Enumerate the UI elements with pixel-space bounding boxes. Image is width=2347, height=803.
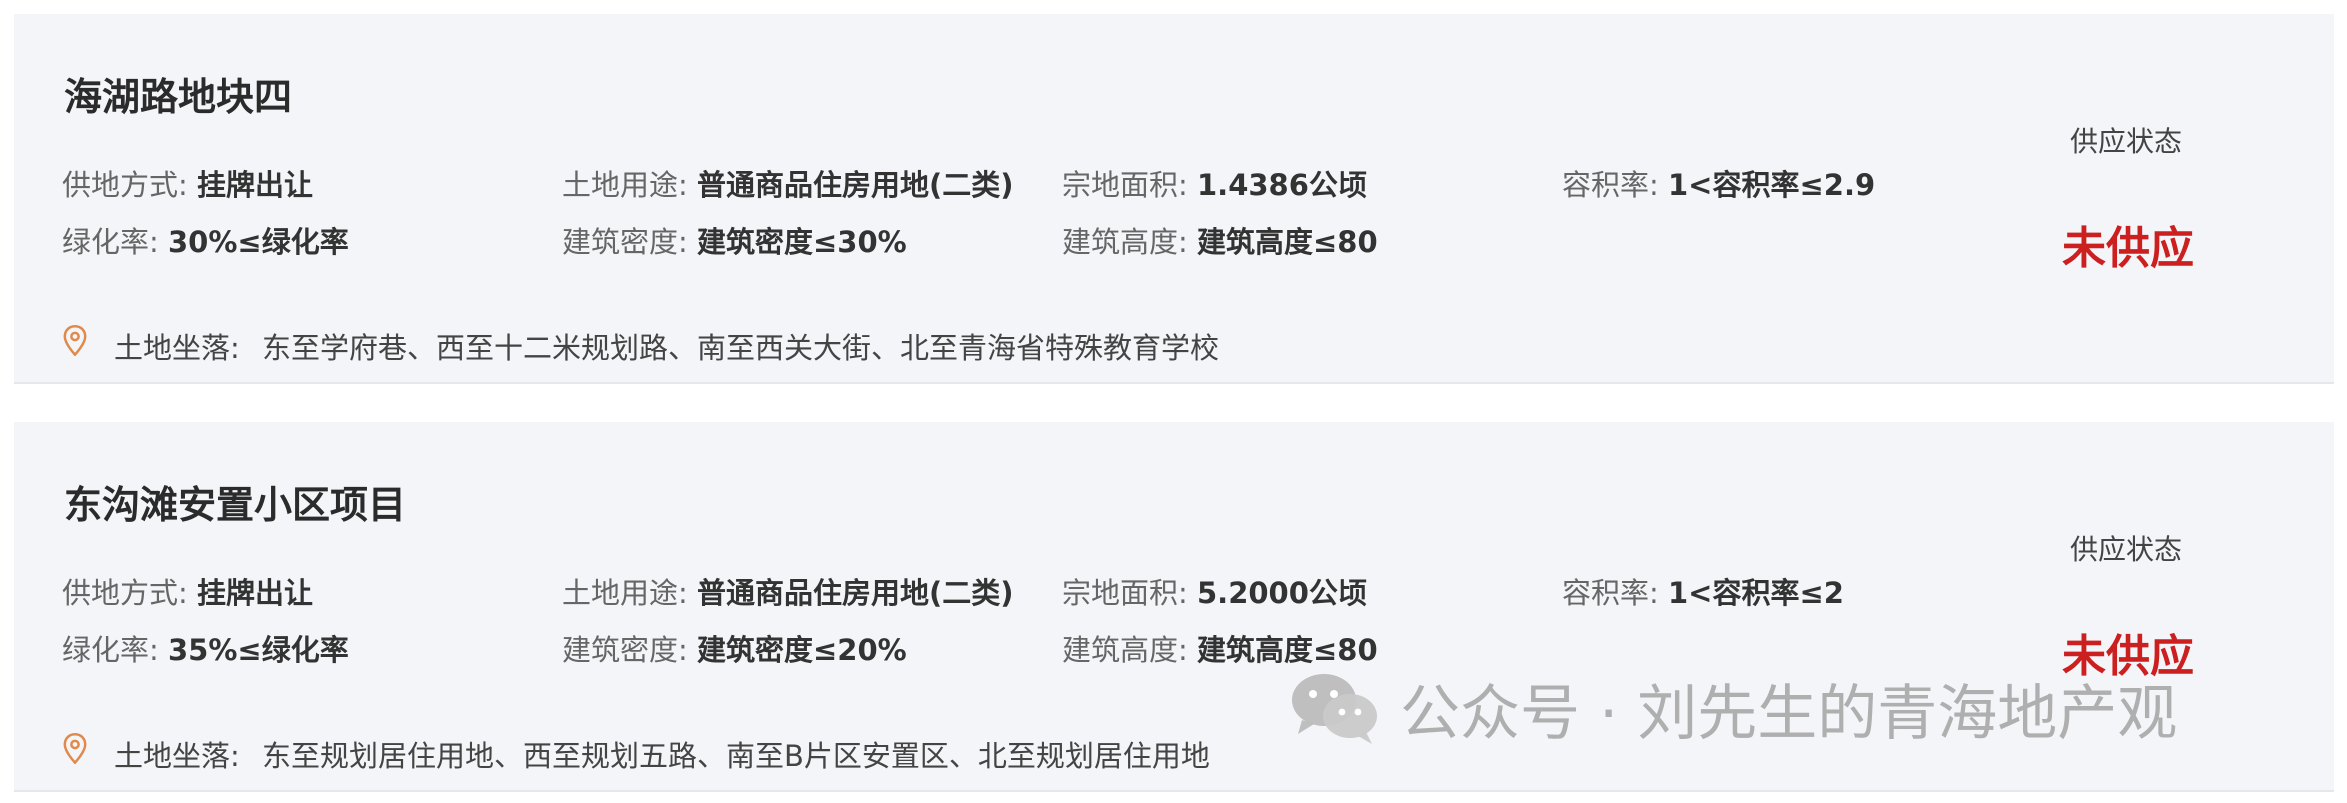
supply-method-field: 供地方式: 挂牌出让 [62, 162, 313, 204]
location-pin-icon [63, 325, 87, 357]
land-use-value: 普通商品住房用地(二类) [697, 168, 1014, 202]
wechat-icon [1292, 674, 1377, 744]
density-field: 建筑密度: 建筑密度≤20% [562, 627, 907, 669]
area-value: 1.4386公顷 [1197, 168, 1367, 202]
area-label: 宗地面积: [1062, 168, 1188, 202]
supply-method-value: 挂牌出让 [197, 168, 314, 202]
green-rate-label: 绿化率: [62, 633, 159, 667]
far-value: 1<容积率≤2 [1668, 576, 1844, 610]
height-value: 建筑高度≤80 [1197, 633, 1378, 667]
status-label: 供应状态 [2070, 125, 2183, 158]
land-use-field: 土地用途: 普通商品住房用地(二类) [562, 570, 1014, 612]
location-label: 土地坐落: [114, 331, 240, 365]
parcel-card[interactable]: 海湖路地块四 供地方式: 挂牌出让 土地用途: 普通商品住房用地(二类) 宗地面… [14, 14, 2334, 384]
supply-method-field: 供地方式: 挂牌出让 [62, 570, 313, 612]
far-value: 1<容积率≤2.9 [1668, 168, 1876, 202]
status-label: 供应状态 [2070, 533, 2183, 566]
supply-method-label: 供地方式: [62, 168, 188, 202]
far-label: 容积率: [1562, 576, 1659, 610]
land-use-label: 土地用途: [562, 168, 688, 202]
watermark: 公众号 · 刘先生的青海地产观 [1288, 668, 2177, 749]
land-use-field: 土地用途: 普通商品住房用地(二类) [562, 162, 1014, 204]
location-value: 东至规划居住用地、西至规划五路、南至B片区安置区、北至规划居住用地 [262, 739, 1210, 773]
height-field: 建筑高度: 建筑高度≤80 [1062, 219, 1378, 261]
location-value: 东至学府巷、西至十二米规划路、南至西关大街、北至青海省特殊教育学校 [262, 331, 1220, 365]
watermark-text: 公众号 · 刘先生的青海地产观 [1400, 678, 2178, 749]
parcel-title[interactable]: 海湖路地块四 [64, 66, 292, 121]
land-use-label: 土地用途: [562, 576, 688, 610]
area-field: 宗地面积: 1.4386公顷 [1062, 162, 1367, 204]
height-label: 建筑高度: [1062, 225, 1188, 259]
supply-method-label: 供地方式: [62, 576, 188, 610]
far-field: 容积率: 1<容积率≤2 [1562, 570, 1844, 612]
height-field: 建筑高度: 建筑高度≤80 [1062, 627, 1378, 669]
parcel-title[interactable]: 东沟滩安置小区项目 [64, 474, 406, 529]
height-value: 建筑高度≤80 [1197, 225, 1378, 259]
green-rate-label: 绿化率: [62, 225, 159, 259]
density-value: 建筑密度≤20% [697, 633, 907, 667]
green-rate-field: 绿化率: 30%≤绿化率 [62, 219, 349, 261]
green-rate-value: 30%≤绿化率 [168, 225, 349, 259]
green-rate-value: 35%≤绿化率 [168, 633, 349, 667]
green-rate-field: 绿化率: 35%≤绿化率 [62, 627, 349, 669]
area-label: 宗地面积: [1062, 576, 1188, 610]
density-label: 建筑密度: [562, 633, 688, 667]
density-label: 建筑密度: [562, 225, 688, 259]
location-label: 土地坐落: [114, 739, 240, 773]
far-field: 容积率: 1<容积率≤2.9 [1562, 162, 1875, 204]
far-label: 容积率: [1562, 168, 1659, 202]
location-pin-icon [63, 733, 87, 765]
area-field: 宗地面积: 5.2000公顷 [1062, 570, 1367, 612]
height-label: 建筑高度: [1062, 633, 1188, 667]
area-value: 5.2000公顷 [1197, 576, 1367, 610]
density-field: 建筑密度: 建筑密度≤30% [562, 219, 907, 261]
status-badge: 未供应 [2062, 223, 2194, 274]
supply-method-value: 挂牌出让 [197, 576, 314, 610]
land-use-value: 普通商品住房用地(二类) [697, 576, 1014, 610]
density-value: 建筑密度≤30% [697, 225, 907, 259]
